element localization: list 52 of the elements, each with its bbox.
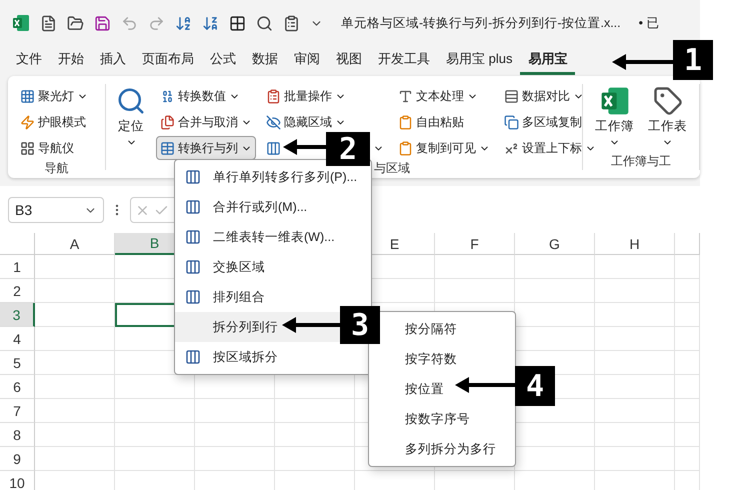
group-label: 工作簿与工 (611, 153, 671, 170)
ribbon-tab[interactable]: 视图 (328, 46, 370, 75)
menu-item[interactable]: 按数字序号 (369, 404, 515, 434)
ribbon-button[interactable]: 聚光灯 (16, 84, 92, 108)
ribbon-tab[interactable]: 开始 (50, 46, 92, 75)
menu-item[interactable]: 多列拆分为多行 (369, 434, 515, 464)
ribbon-button[interactable]: 复制到可见 (394, 136, 494, 160)
window-title: 单元格与区域-转换行与列-拆分列到行-按位置.x... (341, 14, 621, 32)
ribbon-button[interactable]: 合并与取消 (156, 110, 256, 134)
ribbon-button[interactable]: 批量操作 (262, 84, 388, 108)
ribbon-tab[interactable]: 文件 (8, 46, 50, 75)
ribbon-tab[interactable]: 审阅 (286, 46, 328, 75)
ribbon-button[interactable]: 转换行与列 (156, 136, 256, 160)
row-header[interactable]: 7 (0, 399, 35, 423)
menu-item[interactable]: 合并行或列(M)... (175, 192, 371, 222)
column-header[interactable]: H (595, 233, 675, 255)
row-header[interactable]: 8 (0, 423, 35, 447)
large-ribbon-button[interactable]: 工作表 (644, 84, 691, 153)
ribbon-button[interactable]: 护眼模式 (16, 110, 92, 134)
row-header[interactable]: 1 (0, 255, 35, 279)
group-label: 与区域 (374, 160, 410, 177)
step-callout: 3 (340, 306, 380, 344)
row-header[interactable]: 3 (0, 303, 35, 327)
row-header[interactable]: 9 (0, 447, 35, 471)
ribbon-button[interactable]: 导航仪 (16, 136, 92, 160)
column-header[interactable]: A (35, 233, 115, 255)
step-callout: 2 (326, 132, 370, 166)
large-ribbon-button[interactable]: 定位 (112, 84, 150, 160)
menu-item[interactable]: 按区域拆分 (175, 342, 371, 372)
ribbon-tab[interactable]: 数据 (244, 46, 286, 75)
row-header[interactable]: 6 (0, 375, 35, 399)
ribbon-tab[interactable]: 页面布局 (134, 46, 202, 75)
ribbon-button[interactable]: 转换数值 (156, 84, 256, 108)
ribbon-tab[interactable]: 插入 (92, 46, 134, 75)
ribbon-tab[interactable]: 易用宝 plus (438, 46, 520, 75)
step-callout: 1 (673, 40, 713, 80)
row-header[interactable]: 5 (0, 351, 35, 375)
group-label: 导航 (44, 160, 68, 177)
column-header[interactable]: G (515, 233, 595, 255)
row-header[interactable]: 4 (0, 327, 35, 351)
menu-item[interactable]: 交换区域 (175, 252, 371, 282)
name-box[interactable]: B3 (8, 197, 104, 223)
ribbon-tab[interactable]: 开发工具 (370, 46, 438, 75)
ribbon-button[interactable]: 文本处理 (394, 84, 494, 108)
ribbon-button[interactable]: 自由粘贴 (394, 110, 494, 134)
ribbon-tab[interactable]: 公式 (202, 46, 244, 75)
column-header[interactable]: F (435, 233, 515, 255)
row-header[interactable]: 2 (0, 279, 35, 303)
save-status: • 已 (638, 14, 660, 32)
step-callout: 4 (515, 366, 555, 406)
ribbon-button[interactable]: 隐藏区域 (262, 110, 388, 134)
menu-item[interactable]: 按字符数 (369, 344, 515, 374)
